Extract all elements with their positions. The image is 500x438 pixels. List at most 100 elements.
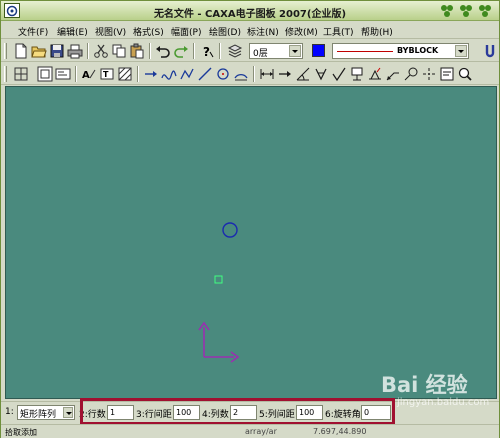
menu-view[interactable]: 视图(V) — [95, 25, 126, 38]
rows-label: 2:行数 — [79, 410, 106, 420]
chevron-down-icon[interactable] — [289, 45, 301, 57]
part-number-icon[interactable] — [403, 66, 419, 82]
save-icon[interactable] — [49, 43, 65, 59]
svg-text:?: ? — [203, 45, 210, 59]
weld-symbol-icon[interactable] — [367, 66, 383, 82]
color-swatch[interactable] — [312, 44, 325, 57]
datum-icon[interactable] — [349, 66, 365, 82]
array-mode-select[interactable]: 矩形阵列 — [17, 405, 75, 420]
polyline-icon[interactable] — [179, 66, 195, 82]
hatch-style-icon[interactable] — [117, 66, 133, 82]
new-file-icon[interactable] — [13, 43, 29, 59]
status-coordinates: 7.697,44.890 — [313, 427, 367, 436]
cols-label: 4:列数 — [202, 410, 229, 420]
linetype-preview — [337, 51, 393, 52]
title-bar[interactable]: 无名文件 - CAXA电子图板 2007(企业版) — [1, 1, 499, 21]
arrow-icon[interactable] — [277, 66, 293, 82]
row-spacing-label: 3:行间距 — [136, 410, 172, 420]
col-spacing-label: 5:列间距 — [259, 410, 295, 420]
coordinate-axes — [198, 321, 240, 363]
spline-icon[interactable] — [161, 66, 177, 82]
status-prompt: 拾取添加 — [5, 428, 37, 437]
linetype-select-value: BYBLOCK — [397, 46, 439, 55]
command-bar: 1: 矩形阵列 2:行数 1 3:行间距 100 4:列数 2 5:列间距 10… — [1, 401, 499, 423]
tolerance-icon[interactable] — [313, 66, 329, 82]
copy-icon[interactable] — [111, 43, 127, 59]
minimize-icon[interactable] — [439, 3, 455, 19]
rows-input[interactable]: 1 — [107, 405, 134, 420]
cut-icon[interactable] — [93, 43, 109, 59]
svg-text:A: A — [82, 70, 90, 81]
toolbar-separator — [253, 66, 255, 82]
zoom-icon[interactable] — [457, 66, 473, 82]
paste-icon[interactable] — [129, 43, 145, 59]
status-command: array/ar — [245, 427, 277, 436]
chevron-down-icon[interactable] — [455, 45, 467, 57]
maximize-icon[interactable] — [458, 3, 474, 19]
arc-icon[interactable] — [233, 66, 249, 82]
centerline-icon[interactable] — [421, 66, 437, 82]
menu-bar: 文件(F) 编辑(E) 视图(V) 格式(S) 幅面(P) 绘图(D) 标注(N… — [1, 22, 499, 39]
dimension-style-icon[interactable]: T — [99, 66, 115, 82]
linear-dimension-icon[interactable] — [259, 66, 275, 82]
toolbar-separator — [193, 43, 195, 59]
edit-text-icon[interactable] — [439, 66, 455, 82]
drawn-circle[interactable] — [222, 222, 238, 238]
cols-input[interactable]: 2 — [230, 405, 257, 420]
status-bar: 拾取添加 array/ar 7.697,44.890 — [1, 424, 499, 438]
toolbar-separator — [75, 66, 77, 82]
help-icon[interactable]: ? — [199, 43, 215, 59]
toolbar-separator — [149, 43, 151, 59]
rotation-input[interactable]: 0 — [361, 405, 391, 420]
text-style-icon[interactable]: A — [81, 66, 97, 82]
menu-format[interactable]: 格式(S) — [133, 25, 164, 38]
col-spacing-input[interactable]: 100 — [296, 405, 323, 420]
row-spacing-input[interactable]: 100 — [173, 405, 200, 420]
menu-draw[interactable]: 绘图(D) — [209, 25, 241, 38]
close-icon[interactable] — [477, 3, 493, 19]
standard-toolbar: ? 0层 BYBLOCK — [1, 40, 499, 62]
circle-icon[interactable] — [215, 66, 231, 82]
rotation-label: 6:旋转角 — [325, 410, 361, 420]
toolbar-grip[interactable] — [4, 43, 7, 59]
linetype-select[interactable]: BYBLOCK — [332, 43, 469, 59]
menu-sheet[interactable]: 幅面(P) — [171, 25, 201, 38]
menu-edit[interactable]: 编辑(E) — [57, 25, 88, 38]
menu-modify[interactable]: 修改(M) — [285, 25, 318, 38]
redo-icon[interactable] — [173, 43, 189, 59]
print-icon[interactable] — [67, 43, 83, 59]
menu-file[interactable]: 文件(F) — [18, 25, 48, 38]
toolbar-separator — [137, 66, 139, 82]
window-controls — [439, 3, 495, 19]
layer-select[interactable]: 0层 — [249, 43, 303, 59]
zoom-window-icon[interactable] — [37, 66, 53, 82]
undo-icon[interactable] — [155, 43, 171, 59]
angular-dimension-icon[interactable] — [295, 66, 311, 82]
pick-box — [214, 275, 223, 284]
window-title: 无名文件 - CAXA电子图板 2007(企业版) — [153, 9, 347, 20]
drawing-toolbar: A T — [1, 63, 499, 85]
toolbar-grip[interactable] — [4, 66, 7, 82]
zoom-all-icon[interactable] — [55, 66, 71, 82]
menu-help[interactable]: 帮助(H) — [361, 25, 393, 38]
menu-dimension[interactable]: 标注(N) — [247, 25, 279, 38]
toolbar-separator — [87, 43, 89, 59]
snap-icon[interactable] — [13, 66, 29, 82]
arrow-line-icon[interactable] — [143, 66, 159, 82]
canvas-drawing — [198, 222, 240, 363]
open-file-icon[interactable] — [31, 43, 47, 59]
magnet-icon[interactable] — [485, 43, 495, 62]
menu-tools[interactable]: 工具(T) — [323, 25, 354, 38]
array-mode-value: 矩形阵列 — [20, 410, 57, 420]
leader-icon[interactable] — [385, 66, 401, 82]
application-window: 无名文件 - CAXA电子图板 2007(企业版) 文件(F) 编辑(E) 视图… — [0, 0, 500, 438]
drawing-canvas[interactable] — [5, 86, 497, 399]
layer-select-value: 0层 — [253, 49, 268, 59]
roughness-icon[interactable] — [331, 66, 347, 82]
chevron-down-icon[interactable] — [63, 407, 73, 418]
line-icon[interactable] — [197, 66, 213, 82]
toolbar-separator — [219, 43, 221, 59]
layer-manager-icon[interactable] — [227, 43, 243, 59]
mode-prefix: 1: — [5, 407, 14, 417]
svg-text:T: T — [103, 70, 109, 79]
